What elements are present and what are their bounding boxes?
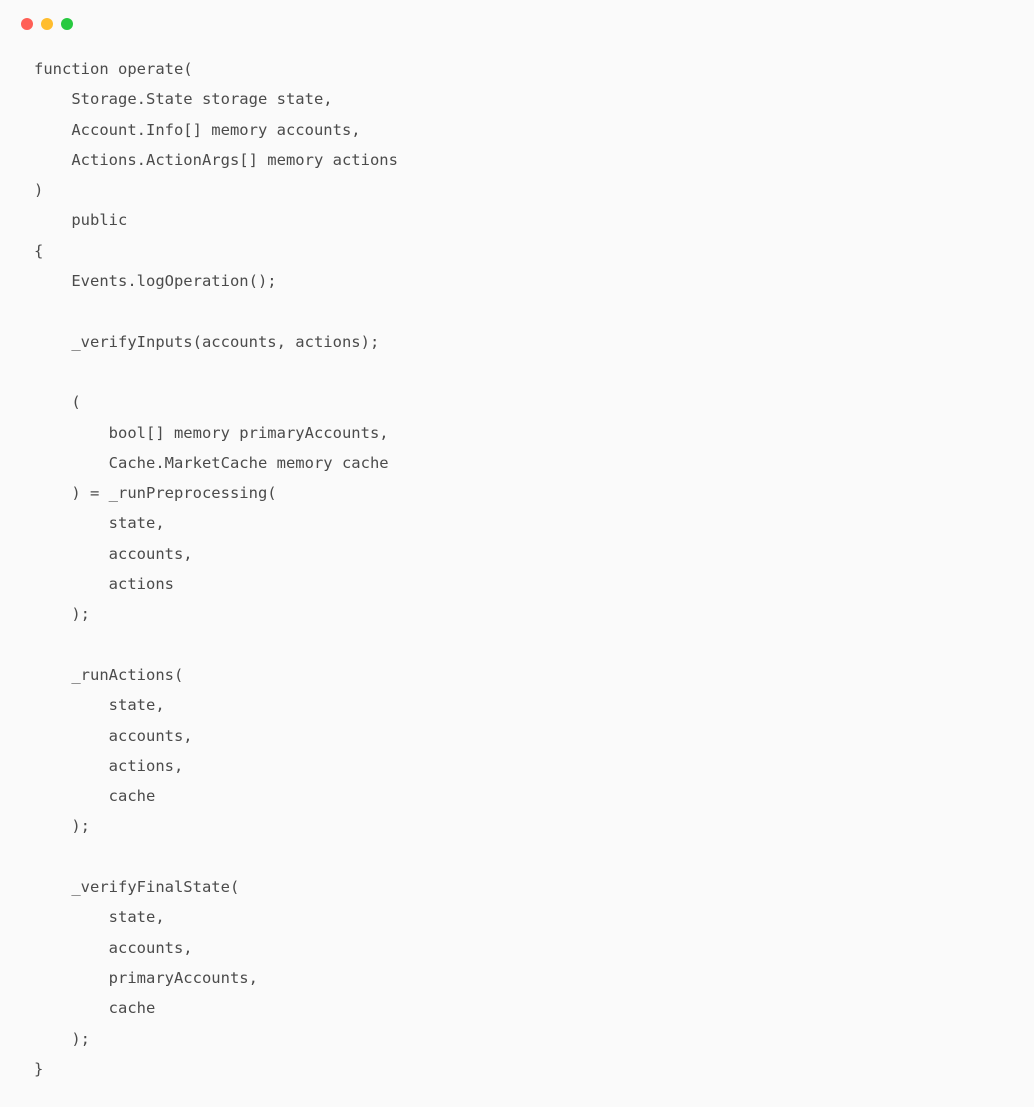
code-line: _verifyFinalState( <box>34 872 1034 902</box>
code-line: actions, <box>34 751 1034 781</box>
code-line <box>34 296 1034 326</box>
code-line: accounts, <box>34 721 1034 751</box>
code-line: Cache.MarketCache memory cache <box>34 448 1034 478</box>
code-line <box>34 630 1034 660</box>
code-editor: function operate( Storage.State storage … <box>0 30 1034 1084</box>
code-line: state, <box>34 508 1034 538</box>
code-line: actions <box>34 569 1034 599</box>
code-line: _verifyInputs(accounts, actions); <box>34 327 1034 357</box>
code-line <box>34 357 1034 387</box>
maximize-icon[interactable] <box>61 18 73 30</box>
code-line: accounts, <box>34 933 1034 963</box>
code-line: cache <box>34 993 1034 1023</box>
code-line: Actions.ActionArgs[] memory actions <box>34 145 1034 175</box>
code-line: primaryAccounts, <box>34 963 1034 993</box>
code-line: public <box>34 205 1034 235</box>
code-line: cache <box>34 781 1034 811</box>
window-traffic-lights <box>0 0 1034 30</box>
code-line: ) = _runPreprocessing( <box>34 478 1034 508</box>
code-line: bool[] memory primaryAccounts, <box>34 418 1034 448</box>
code-line: state, <box>34 690 1034 720</box>
code-line: ); <box>34 811 1034 841</box>
code-line: ); <box>34 1024 1034 1054</box>
code-line: ( <box>34 387 1034 417</box>
code-line: ); <box>34 599 1034 629</box>
code-line: Storage.State storage state, <box>34 84 1034 114</box>
code-line: Account.Info[] memory accounts, <box>34 115 1034 145</box>
code-line: accounts, <box>34 539 1034 569</box>
code-line: } <box>34 1054 1034 1084</box>
code-line <box>34 842 1034 872</box>
code-line: { <box>34 236 1034 266</box>
code-line: function operate( <box>34 54 1034 84</box>
code-line: _runActions( <box>34 660 1034 690</box>
code-line: ) <box>34 175 1034 205</box>
code-line: Events.logOperation(); <box>34 266 1034 296</box>
code-line: state, <box>34 902 1034 932</box>
close-icon[interactable] <box>21 18 33 30</box>
minimize-icon[interactable] <box>41 18 53 30</box>
